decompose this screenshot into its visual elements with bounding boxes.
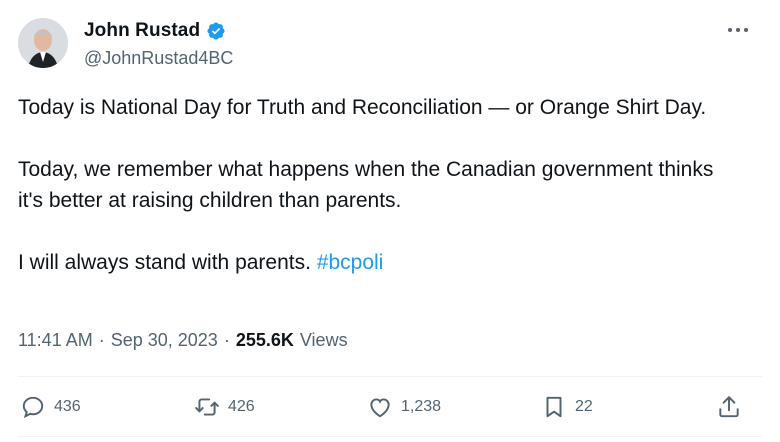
reply-count: 436 bbox=[54, 398, 81, 415]
tweet-meta: 11:41 AM · Sep 30, 2023 · 255.6K Views bbox=[18, 330, 348, 351]
tweet-paragraph-1: Today is National Day for Truth and Reco… bbox=[18, 96, 707, 119]
bookmark-icon bbox=[546, 396, 562, 418]
tweet-paragraph-3-text: I will always stand with parents. bbox=[18, 251, 317, 274]
share-button[interactable] bbox=[716, 390, 742, 424]
reply-button[interactable]: 436 bbox=[20, 390, 81, 424]
share-icon bbox=[719, 396, 739, 418]
tweet-text: Today is National Day for Truth and Reco… bbox=[18, 92, 738, 309]
action-bar: 436 426 1,238 22 bbox=[18, 390, 762, 424]
author-name[interactable]: John Rustad bbox=[84, 20, 200, 42]
repost-icon bbox=[195, 398, 219, 416]
tweet-date[interactable]: Sep 30, 2023 bbox=[111, 330, 218, 351]
like-count: 1,238 bbox=[401, 398, 442, 415]
meta-separator: · bbox=[223, 330, 230, 350]
more-icon[interactable] bbox=[724, 20, 752, 40]
like-button[interactable]: 1,238 bbox=[367, 390, 441, 424]
tweet-paragraph-2: Today, we remember what happens when the… bbox=[18, 158, 714, 212]
divider bbox=[18, 376, 762, 377]
author-handle[interactable]: @JohnRustad4BC bbox=[84, 48, 233, 69]
views-label: Views bbox=[299, 330, 348, 350]
repost-count: 426 bbox=[228, 398, 255, 415]
reply-icon bbox=[22, 396, 44, 419]
tweet-paragraph-3: I will always stand with parents. #bcpol… bbox=[18, 247, 738, 278]
views-count: 255.6K bbox=[235, 330, 294, 350]
verified-badge-icon bbox=[207, 22, 225, 40]
bookmark-count: 22 bbox=[575, 398, 593, 415]
like-icon bbox=[370, 398, 390, 418]
hashtag-link[interactable]: #bcpoli bbox=[317, 251, 384, 274]
bookmark-button[interactable]: 22 bbox=[541, 390, 593, 424]
avatar[interactable] bbox=[18, 18, 68, 68]
tweet-time[interactable]: 11:41 AM bbox=[18, 330, 93, 351]
divider bbox=[18, 436, 762, 437]
repost-button[interactable]: 426 bbox=[194, 390, 255, 424]
author-name-row: John Rustad bbox=[84, 20, 226, 42]
meta-separator: · bbox=[98, 330, 105, 350]
